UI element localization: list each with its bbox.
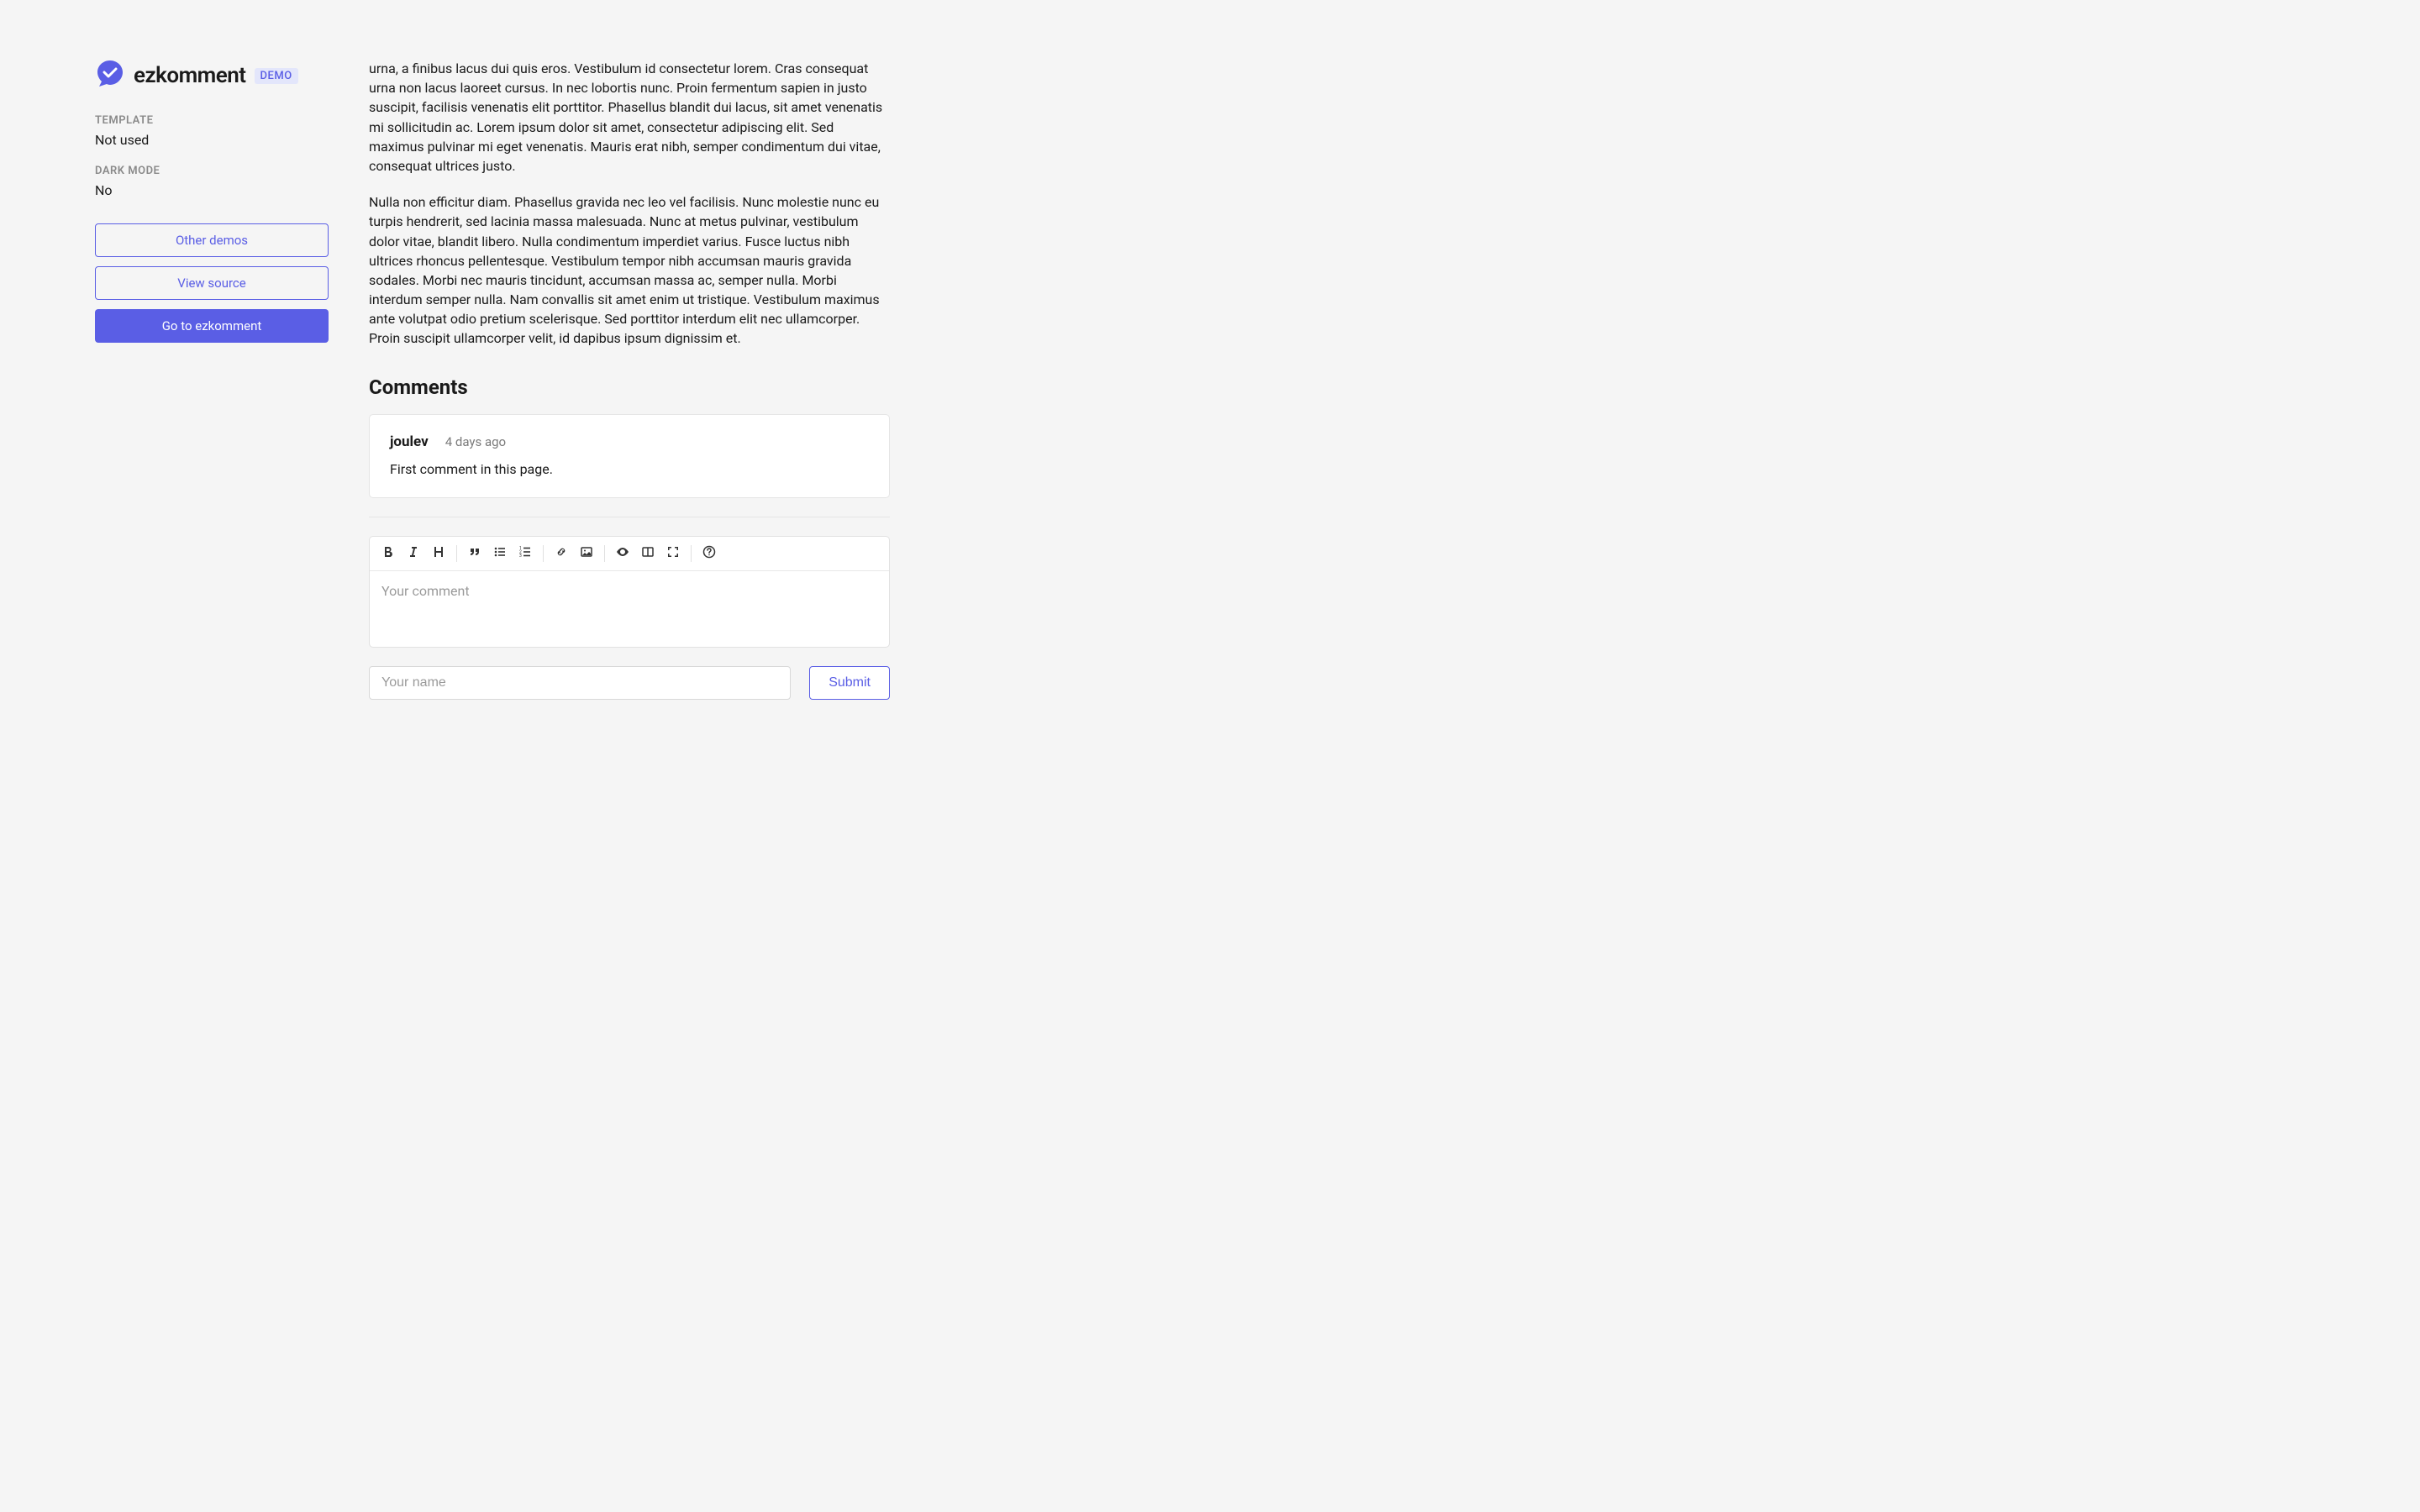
italic-button[interactable]	[402, 542, 425, 565]
meta-template: TEMPLATE Not used	[95, 114, 329, 148]
side-by-side-button[interactable]	[636, 542, 660, 565]
toolbar-separator	[604, 545, 605, 562]
submit-row: Submit	[369, 666, 890, 700]
link-button[interactable]	[550, 542, 573, 565]
bold-icon	[381, 545, 395, 562]
comment-textarea[interactable]: Your comment	[370, 571, 889, 647]
svg-text:3: 3	[519, 554, 522, 559]
preview-button[interactable]	[611, 542, 634, 565]
meta-label-darkmode: DARK MODE	[95, 165, 329, 177]
submit-button[interactable]: Submit	[809, 666, 890, 700]
toolbar-separator	[543, 545, 544, 562]
italic-icon	[407, 545, 420, 562]
help-icon	[702, 545, 716, 562]
fullscreen-button[interactable]	[661, 542, 685, 565]
image-icon	[580, 545, 593, 562]
comment-author: joulev	[390, 433, 429, 450]
bold-button[interactable]	[376, 542, 400, 565]
comment-card: joulev 4 days ago First comment in this …	[369, 414, 890, 498]
meta-label-template: TEMPLATE	[95, 114, 329, 127]
toolbar-separator	[456, 545, 457, 562]
sidebar: ezkomment DEMO TEMPLATE Not used DARK MO…	[95, 59, 329, 700]
view-source-button[interactable]: View source	[95, 266, 329, 300]
logo-icon	[95, 59, 125, 92]
toolbar-separator	[691, 545, 692, 562]
meta-value-darkmode: No	[95, 182, 329, 198]
comment-body: First comment in this page.	[390, 460, 869, 479]
fullscreen-icon	[666, 545, 680, 562]
body-paragraph-2: Nulla non efficitur diam. Phasellus grav…	[369, 192, 890, 349]
comment-header: joulev 4 days ago	[390, 433, 869, 450]
other-demos-button[interactable]: Other demos	[95, 223, 329, 257]
quote-icon	[468, 545, 481, 562]
heading-button[interactable]	[427, 542, 450, 565]
logo-row: ezkomment DEMO	[95, 59, 329, 92]
body-paragraph-1: urna, a finibus lacus dui quis eros. Ves…	[369, 59, 890, 176]
editor-toolbar: 123	[370, 537, 889, 571]
meta-darkmode: DARK MODE No	[95, 165, 329, 198]
go-home-button[interactable]: Go to ezkomment	[95, 309, 329, 343]
ordered-list-icon: 123	[518, 545, 532, 562]
main-content: urna, a finibus lacus dui quis eros. Ves…	[369, 59, 890, 700]
image-button[interactable]	[575, 542, 598, 565]
link-icon	[555, 545, 568, 562]
eye-icon	[616, 545, 629, 562]
sidebar-buttons: Other demos View source Go to ezkomment	[95, 223, 329, 343]
columns-icon	[641, 545, 655, 562]
app-name: ezkomment	[134, 63, 246, 88]
meta-value-template: Not used	[95, 132, 329, 148]
heading-icon	[432, 545, 445, 562]
unordered-list-button[interactable]	[488, 542, 512, 565]
demo-badge: DEMO	[255, 68, 298, 84]
comments-heading: Comments	[369, 375, 890, 399]
comment-editor: 123	[369, 536, 890, 648]
name-input[interactable]	[369, 666, 791, 700]
quote-button[interactable]	[463, 542, 487, 565]
ordered-list-button[interactable]: 123	[513, 542, 537, 565]
help-button[interactable]	[697, 542, 721, 565]
comment-time: 4 days ago	[445, 434, 506, 449]
unordered-list-icon	[493, 545, 507, 562]
